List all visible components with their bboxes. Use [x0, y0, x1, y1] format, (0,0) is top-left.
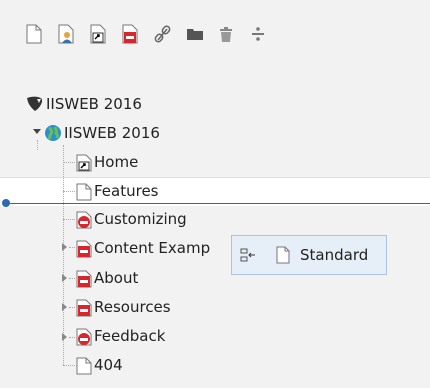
tree-guide — [63, 191, 75, 192]
new-restricted-page-button[interactable] — [120, 22, 144, 46]
trash-icon — [220, 27, 232, 42]
tree-guide — [69, 307, 75, 308]
tree-guide — [69, 247, 75, 248]
tree-page-customizing[interactable]: Customizing — [76, 205, 187, 233]
drag-tooltip-label: Standard — [300, 246, 369, 264]
page-shortcut-icon — [76, 154, 92, 172]
new-shortcut-button[interactable] — [88, 22, 112, 46]
drag-tooltip: Standard — [231, 235, 387, 275]
tree-guide — [63, 219, 75, 220]
page-icon — [276, 246, 292, 264]
page-restricted-icon — [76, 240, 92, 258]
page-icon — [26, 24, 42, 44]
tree-guide — [37, 140, 38, 150]
page-restricted-icon — [122, 24, 138, 44]
page-icon — [76, 183, 92, 201]
chevron-right-icon[interactable] — [62, 333, 67, 341]
tree-page-label: Customizing — [94, 210, 187, 228]
globe-icon — [44, 124, 62, 142]
chevron-down-icon[interactable] — [33, 129, 41, 134]
tree-guide — [63, 365, 75, 366]
tree-root-label: IISWEB 2016 — [46, 95, 142, 113]
chevron-right-icon[interactable] — [62, 274, 67, 282]
new-folder-button[interactable] — [184, 22, 208, 46]
tree-page-about[interactable]: About — [76, 264, 138, 292]
page-restricted-icon — [76, 299, 92, 317]
tree-site-node[interactable]: IISWEB 2016 — [44, 119, 160, 147]
drop-indicator-line — [6, 203, 430, 204]
tree-page-label: 404 — [94, 356, 123, 374]
page-restricted-icon — [76, 328, 92, 346]
tree-guide — [69, 278, 75, 279]
tree-page-label: Features — [94, 182, 159, 200]
tree-page-label: Home — [94, 153, 139, 171]
tree-page-label: About — [94, 269, 139, 287]
tree-page-resources[interactable]: Resources — [76, 293, 171, 321]
page-tree-toolbar — [24, 22, 280, 46]
typo3-icon — [26, 96, 44, 112]
tree-guide — [63, 145, 64, 365]
new-page-advanced-button[interactable] — [56, 22, 80, 46]
tree-page-label: Resources — [94, 298, 171, 316]
new-link-button[interactable] — [152, 22, 176, 46]
tree-page-label: Feedback — [94, 327, 166, 345]
page-restricted-icon — [76, 270, 92, 288]
page-shortcut-icon — [90, 24, 106, 44]
divider-button[interactable] — [248, 22, 272, 46]
new-page-button[interactable] — [24, 22, 48, 46]
tree-page-feedback[interactable]: Feedback — [76, 322, 165, 350]
drop-indicator-dot — [2, 199, 10, 207]
insert-below-icon — [240, 247, 256, 263]
tree-guide — [69, 337, 75, 338]
chevron-right-icon[interactable] — [62, 303, 67, 311]
folder-icon — [187, 29, 203, 40]
tree-root[interactable]: IISWEB 2016 — [26, 90, 142, 118]
divider-icon — [252, 27, 264, 41]
recycler-button[interactable] — [216, 22, 240, 46]
page-restricted-icon — [76, 211, 92, 229]
tree-page-features[interactable]: Features — [76, 177, 159, 205]
page-icon — [76, 357, 92, 375]
page-user-icon — [58, 24, 74, 44]
tree-page-404[interactable]: 404 — [76, 351, 123, 379]
tree-page-content-examples[interactable]: Content Examp — [76, 234, 210, 262]
tree-page-label: Content Examp — [94, 239, 211, 257]
chevron-right-icon[interactable] — [62, 243, 67, 251]
link-icon — [154, 25, 171, 43]
tree-guide — [63, 162, 75, 163]
tree-site-label: IISWEB 2016 — [64, 124, 160, 142]
tree-page-home[interactable]: Home — [76, 148, 138, 176]
